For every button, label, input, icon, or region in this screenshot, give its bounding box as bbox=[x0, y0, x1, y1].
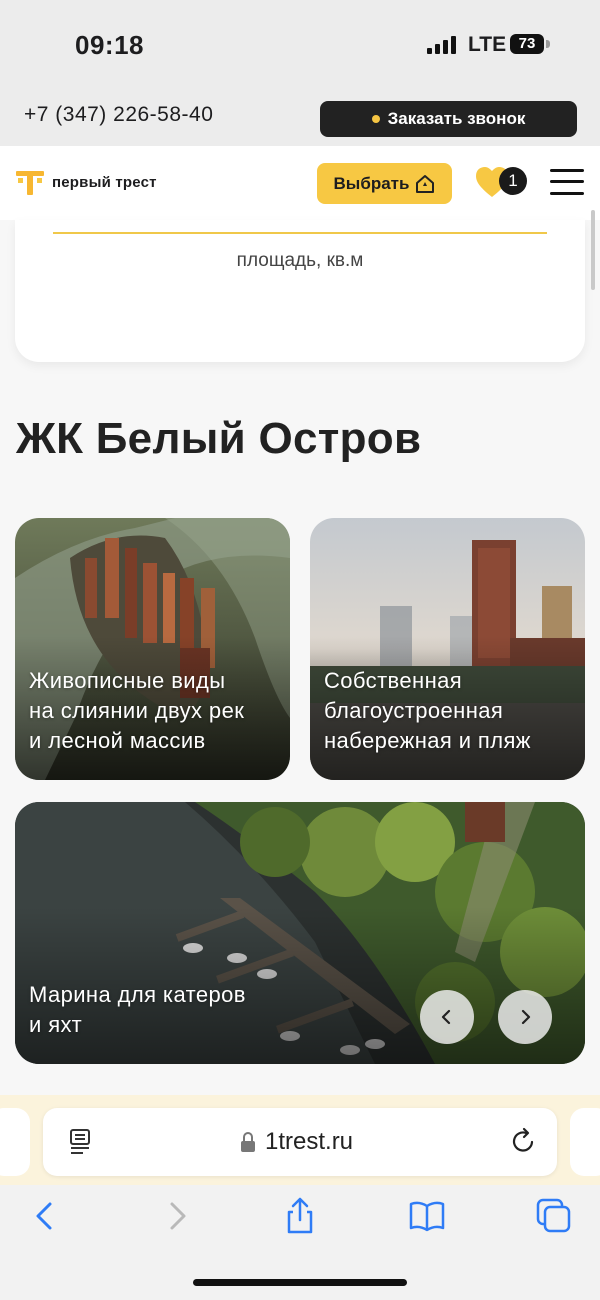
url-text[interactable]: 1trest.ru bbox=[265, 1128, 353, 1156]
favorites-count-badge: 1 bbox=[499, 167, 527, 195]
share-icon[interactable] bbox=[280, 1196, 320, 1236]
menu-icon[interactable] bbox=[550, 167, 586, 197]
house-icon bbox=[416, 174, 435, 193]
bookmarks-icon[interactable] bbox=[407, 1196, 447, 1236]
logo-text[interactable]: первый трест bbox=[52, 174, 157, 191]
section-title: ЖК Белый Остров bbox=[16, 414, 422, 463]
tile-caption: Живописные виды на слиянии двух рек и ле… bbox=[29, 668, 245, 753]
battery-tip bbox=[546, 40, 550, 48]
home-indicator[interactable] bbox=[193, 1279, 407, 1286]
forward-icon[interactable] bbox=[156, 1196, 196, 1236]
chevron-left-icon bbox=[441, 1009, 451, 1025]
tile-caption: Собственная благоустроенная набережная и… bbox=[324, 668, 531, 753]
dot-icon bbox=[371, 115, 380, 123]
reader-icon[interactable] bbox=[68, 1128, 94, 1156]
tabs-icon[interactable] bbox=[534, 1196, 574, 1236]
filter-card: площадь, кв.м bbox=[15, 220, 585, 362]
previous-tab-preview[interactable] bbox=[0, 1108, 30, 1176]
area-label: площадь, кв.м bbox=[236, 250, 364, 271]
carousel-prev-button[interactable] bbox=[420, 990, 474, 1044]
lock-icon bbox=[241, 1132, 255, 1152]
chevron-right-icon bbox=[521, 1009, 531, 1025]
order-call-label: Заказать звонок bbox=[387, 109, 526, 128]
battery-icon: 73 bbox=[510, 34, 544, 54]
feature-tile-river-views[interactable]: Живописные виды на слиянии двух рек и ле… bbox=[15, 518, 290, 780]
range-slider-track[interactable] bbox=[53, 232, 547, 234]
order-call-button[interactable]: Заказать звонок bbox=[320, 101, 577, 137]
scrollbar[interactable] bbox=[591, 210, 595, 290]
network-label: LTE bbox=[468, 33, 507, 56]
signal-icon bbox=[427, 36, 457, 54]
phone-link[interactable]: +7 (347) 226-58-40 bbox=[24, 103, 213, 127]
reload-icon[interactable] bbox=[510, 1126, 538, 1156]
logo-icon[interactable] bbox=[16, 171, 44, 195]
carousel-next-button[interactable] bbox=[498, 990, 552, 1044]
next-tab-preview[interactable] bbox=[570, 1108, 600, 1176]
feature-tile-embankment[interactable]: Собственная благоустроенная набережная и… bbox=[310, 518, 585, 780]
status-time: 09:18 bbox=[75, 30, 144, 60]
tile-caption: Марина для катеров и яхт bbox=[29, 982, 246, 1037]
back-icon[interactable] bbox=[26, 1196, 66, 1236]
choose-button[interactable]: Выбрать bbox=[317, 163, 452, 204]
choose-label: Выбрать bbox=[333, 173, 410, 193]
